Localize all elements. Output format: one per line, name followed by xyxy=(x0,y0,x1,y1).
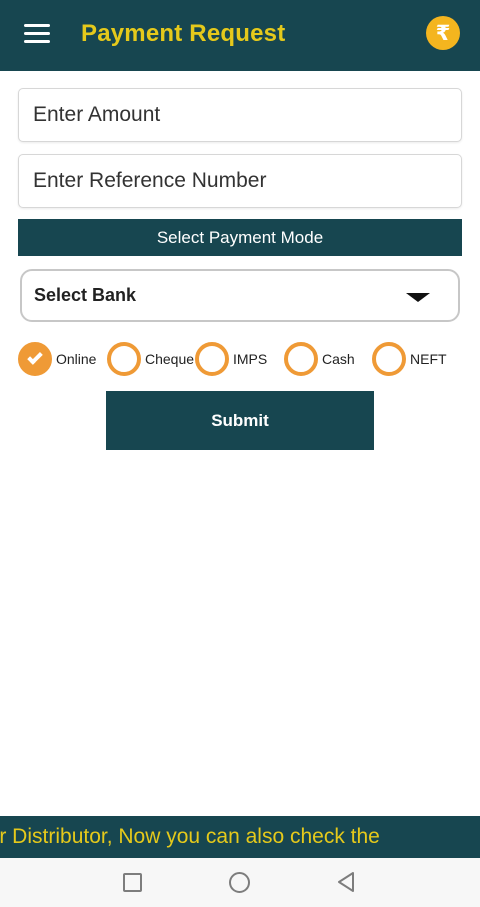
radio-cheque[interactable]: Cheque xyxy=(107,340,194,378)
radio-online[interactable]: Online xyxy=(18,340,96,378)
announcement-ticker: ear Distributor, Now you can also check … xyxy=(0,816,480,858)
back-icon[interactable] xyxy=(336,871,356,893)
checkmark-icon xyxy=(27,349,43,365)
bank-select-dropdown[interactable]: Select Bank xyxy=(20,269,460,322)
bank-select-value: Select Bank xyxy=(34,285,137,305)
radio-imps[interactable]: IMPS xyxy=(195,340,267,378)
amount-input[interactable] xyxy=(18,88,462,142)
page-title: Payment Request xyxy=(81,20,286,47)
rupee-wallet-icon[interactable]: ₹ xyxy=(426,16,460,50)
radio-label: Cheque xyxy=(145,351,195,367)
radio-neft[interactable]: NEFT xyxy=(372,340,447,378)
radio-label: Online xyxy=(56,351,97,367)
payment-mode-header: Select Payment Mode xyxy=(18,219,462,256)
radio-label: NEFT xyxy=(410,351,447,367)
hamburger-menu-icon[interactable] xyxy=(24,24,50,44)
system-nav-bar xyxy=(0,858,480,907)
radio-checked-icon xyxy=(18,342,52,376)
ticker-text: ear Distributor, Now you can also check … xyxy=(0,825,380,848)
radio-unchecked-icon xyxy=(107,342,141,376)
home-icon[interactable] xyxy=(229,872,250,893)
caret-down-icon xyxy=(406,293,430,302)
recent-apps-icon[interactable] xyxy=(123,873,142,892)
submit-button[interactable]: Submit xyxy=(106,391,374,450)
radio-unchecked-icon xyxy=(284,342,318,376)
payment-mode-radio-group: Online Cheque IMPS Cash NEFT xyxy=(0,340,480,378)
radio-cash[interactable]: Cash xyxy=(284,340,355,378)
app-bar: Payment Request ₹ xyxy=(0,0,480,71)
radio-label: IMPS xyxy=(233,351,268,367)
radio-unchecked-icon xyxy=(372,342,406,376)
reference-number-input[interactable] xyxy=(18,154,462,208)
radio-unchecked-icon xyxy=(195,342,229,376)
radio-label: Cash xyxy=(322,351,355,367)
